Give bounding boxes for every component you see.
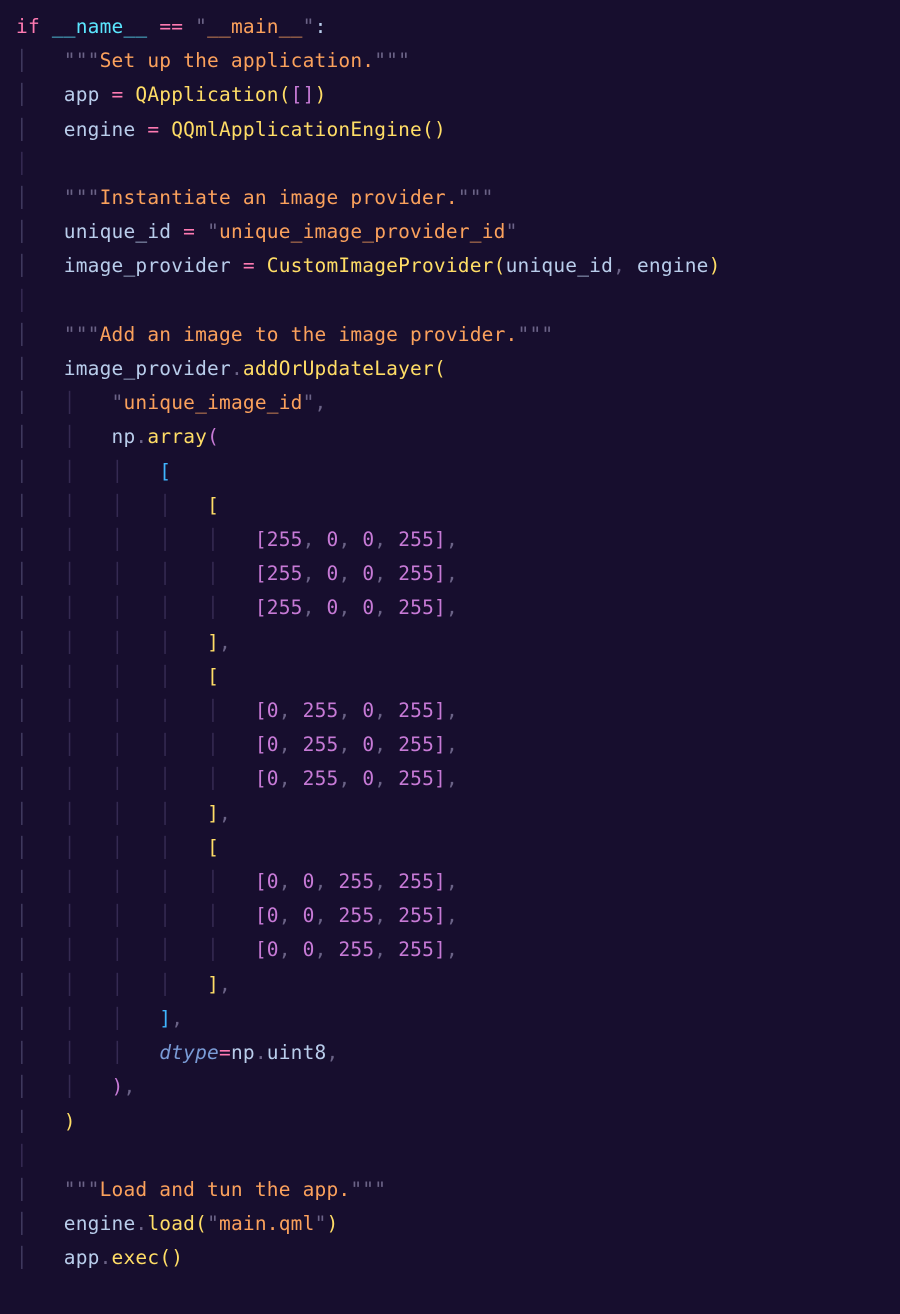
call-app-exec: exec: [112, 1246, 160, 1269]
code-line: │ │ │ │ │ [255, 0, 0, 255],: [16, 528, 458, 551]
code-line: │ │ np.array(: [16, 425, 219, 448]
docstring: Load and tun the app.: [100, 1178, 351, 1201]
call-add-or-update-layer: addOrUpdateLayer: [243, 357, 434, 380]
code-line: │ unique_id = "unique_image_provider_id": [16, 220, 518, 243]
code-line: │ │ │ dtype=np.uint8,: [16, 1041, 338, 1064]
code-line: │ app.exec(): [16, 1246, 183, 1269]
blank-line: │: [16, 1144, 28, 1167]
code-line: │ │ │ │ ],: [16, 631, 231, 654]
code-line: │ │ │ [: [16, 460, 171, 483]
blank-line: │: [16, 152, 28, 175]
docstring: Add an image to the image provider.: [100, 323, 518, 346]
code-editor[interactable]: if __name__ == "__main__": │ """Set up t…: [0, 0, 900, 1286]
code-line: │ │ │ │ ],: [16, 802, 231, 825]
blank-line: │: [16, 289, 28, 312]
code-line: │ """Add an image to the image provider.…: [16, 323, 553, 346]
code-line: │ │ │ │ [: [16, 665, 219, 688]
code-line: │ """Instantiate an image provider.""": [16, 186, 494, 209]
code-line: │ │ │ │ [: [16, 836, 219, 859]
code-line: │ engine.load("main.qml"): [16, 1212, 338, 1235]
code-line: │ │ │ │ [: [16, 494, 219, 517]
code-line: │ │ │ │ │ [0, 255, 0, 255],: [16, 767, 458, 790]
code-line: │ │ │ │ │ [0, 0, 255, 255],: [16, 938, 458, 961]
docstring: Set up the application.: [100, 49, 375, 72]
code-line: if __name__ == "__main__":: [16, 15, 327, 38]
code-line: │ app = QApplication([]): [16, 83, 327, 106]
code-line: │ │ "unique_image_id",: [16, 391, 327, 414]
code-line: │ │ │ │ ],: [16, 973, 231, 996]
call-engine-load: load: [147, 1212, 195, 1235]
code-line: │ engine = QQmlApplicationEngine(): [16, 118, 446, 141]
keyword-if: if: [16, 15, 40, 38]
code-line: │ │ │ │ │ [0, 0, 255, 255],: [16, 870, 458, 893]
code-line: │ │ │ │ │ [0, 255, 0, 255],: [16, 699, 458, 722]
call-qqml-engine: QQmlApplicationEngine: [171, 118, 422, 141]
code-line: │ ): [16, 1110, 76, 1133]
code-line: │ image_provider = CustomImageProvider(u…: [16, 254, 721, 277]
code-line: │ """Set up the application.""": [16, 49, 410, 72]
code-line: │ """Load and tun the app.""": [16, 1178, 386, 1201]
docstring: Instantiate an image provider.: [100, 186, 458, 209]
call-np-array: array: [147, 425, 207, 448]
kwarg-dtype: dtype: [159, 1041, 219, 1064]
code-line: │ │ │ │ │ [0, 255, 0, 255],: [16, 733, 458, 756]
code-line: │ image_provider.addOrUpdateLayer(: [16, 357, 446, 380]
code-line: │ │ │ ],: [16, 1007, 183, 1030]
code-line: │ │ │ │ │ [0, 0, 255, 255],: [16, 904, 458, 927]
call-qapplication: QApplication: [135, 83, 278, 106]
dunder-name: __name__: [52, 15, 148, 38]
code-line: │ │ ),: [16, 1075, 135, 1098]
code-line: │ │ │ │ │ [255, 0, 0, 255],: [16, 596, 458, 619]
code-line: │ │ │ │ │ [255, 0, 0, 255],: [16, 562, 458, 585]
call-custom-image-provider: CustomImageProvider: [267, 254, 494, 277]
